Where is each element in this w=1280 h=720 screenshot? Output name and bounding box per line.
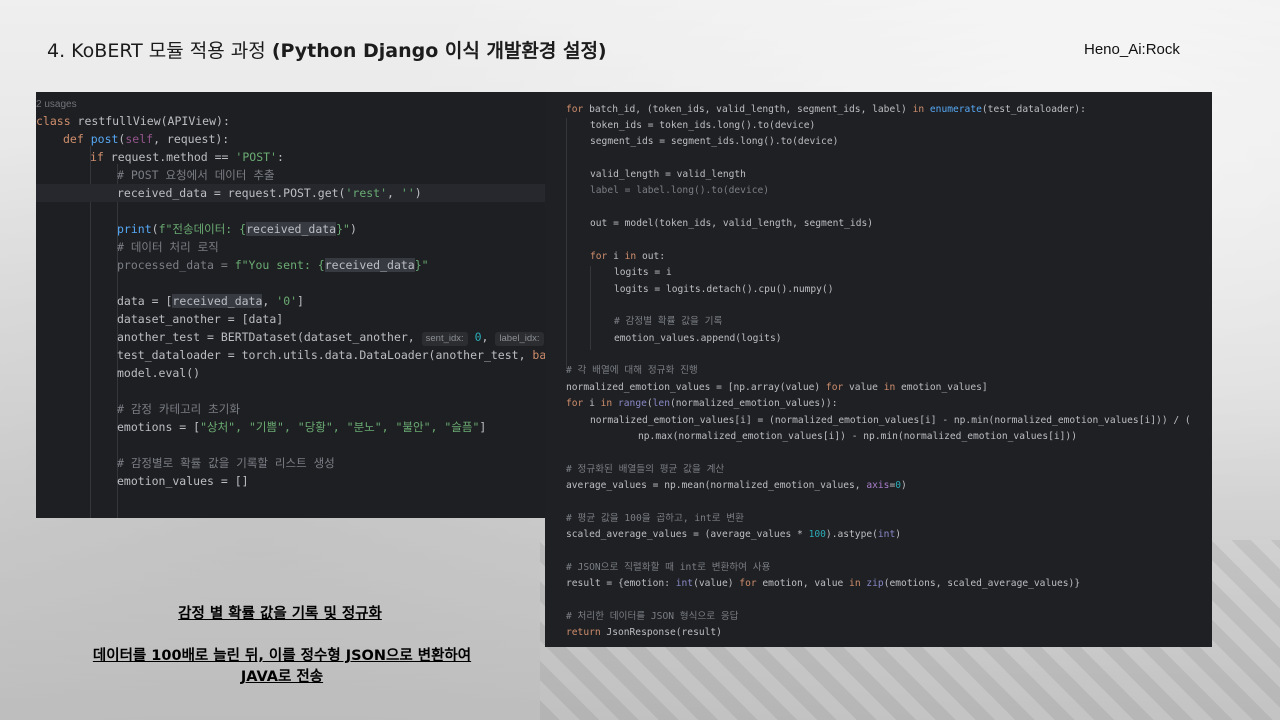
code-line: logits = i [614,267,672,278]
code-line: for i in out: [590,251,666,262]
code-line: average_values = np.mean(normalized_emot… [566,480,907,491]
code-line: emotion_values.append(logits) [614,333,782,344]
code-line: segment_ids = segment_ids.long().to(devi… [590,136,839,147]
code-line: for i in range(len(normalized_emotion_va… [566,398,838,409]
slide-title: 4. KoBERT 모듈 적용 과정 (Python Django 이식 개발환… [47,40,607,62]
code-line: valid_length = valid_length [590,169,746,180]
code-line: normalized_emotion_values[i] = (normaliz… [590,415,1191,426]
code-comment: # 정규화된 배열들의 평균 값을 계산 [566,464,725,475]
code-comment: # 감정별 확률 값을 기록 [614,316,723,327]
code-line: dataset_another = [data] [117,312,284,326]
code-comment: # 각 배열에 대해 정규화 진행 [566,365,698,376]
code-editor-left[interactable]: 2 usages class restfullView(APIView): de… [36,92,545,518]
code-comment: # POST 요청에서 데이터 추출 [117,168,275,182]
code-editor-right[interactable]: for batch_id, (token_ids, valid_length, … [545,92,1212,647]
code-comment: # 데이터 처리 로직 [117,240,219,254]
note-conversion: 데이터를 100배로 늘린 뒤, 이를 정수형 JSON으로 변환하여 JAVA… [20,646,544,688]
code-comment: # 감정별로 확률 값을 기록할 리스트 생성 [117,456,335,470]
code-line: test_dataloader = torch.utils.data.DataL… [117,348,545,362]
code-line: logits = logits.detach().cpu().numpy() [614,284,834,295]
note-normalization: 감정 별 확률 값을 기록 및 정규화 [178,606,382,622]
note-conversion-line2: JAVA로 전송 [240,669,324,685]
note-conversion-line1: 데이터를 100배로 늘린 뒤, 이를 정수형 JSON으로 변환하여 [92,648,472,664]
code-line: emotion_values = [] [117,474,249,488]
code-line: np.max(normalized_emotion_values[i]) - n… [638,431,1077,442]
code-line: processed_data = f"You sent: {received_d… [117,258,429,272]
code-line: out = model(token_ids, valid_length, seg… [590,218,874,229]
code-comment: # 처리한 데이터를 JSON 형식으로 응답 [566,611,739,622]
code-line: token_ids = token_ids.long().to(device) [590,120,816,131]
code-line: emotions = ["상처", "기쁨", "당황", "분노", "불안"… [117,420,487,434]
code-line: print(f"전송데이터: {received_data}") [117,222,357,236]
code-line-current[interactable]: received_data = request.POST.get('rest',… [36,184,545,202]
inlay-hint: sent_idx: [421,332,468,346]
code-line: class restfullView(APIView): [36,114,230,128]
usages-hint[interactable]: 2 usages [36,94,545,114]
code-line: return JsonResponse(result) [566,627,722,638]
code-comment: # 감정 카테고리 초기화 [117,402,240,416]
code-line: label = label.long().to(device) [590,185,770,196]
code-comment: # JSON으로 직렬화할 때 int로 변환하여 사용 [566,562,771,573]
code-line: if request.method == 'POST': [90,150,284,164]
author-label: Heno_Ai:Rock [1084,41,1180,58]
code-line: data = [received_data, '0'] [117,294,304,308]
code-line: def post(self, request): [63,132,230,146]
code-line: model.eval() [117,366,201,380]
code-line: for batch_id, (token_ids, valid_length, … [566,104,1086,115]
code-comment: # 평균 값을 100을 곱하고, int로 변환 [566,513,744,524]
code-line: result = {emotion: int(value) for emotio… [566,578,1081,589]
inlay-hint: label_idx: [495,332,544,346]
code-line: normalized_emotion_values = [np.array(va… [566,382,988,393]
code-line: scaled_average_values = (average_values … [566,529,902,540]
code-line: another_test = BERTDataset(dataset_anoth… [36,328,545,346]
